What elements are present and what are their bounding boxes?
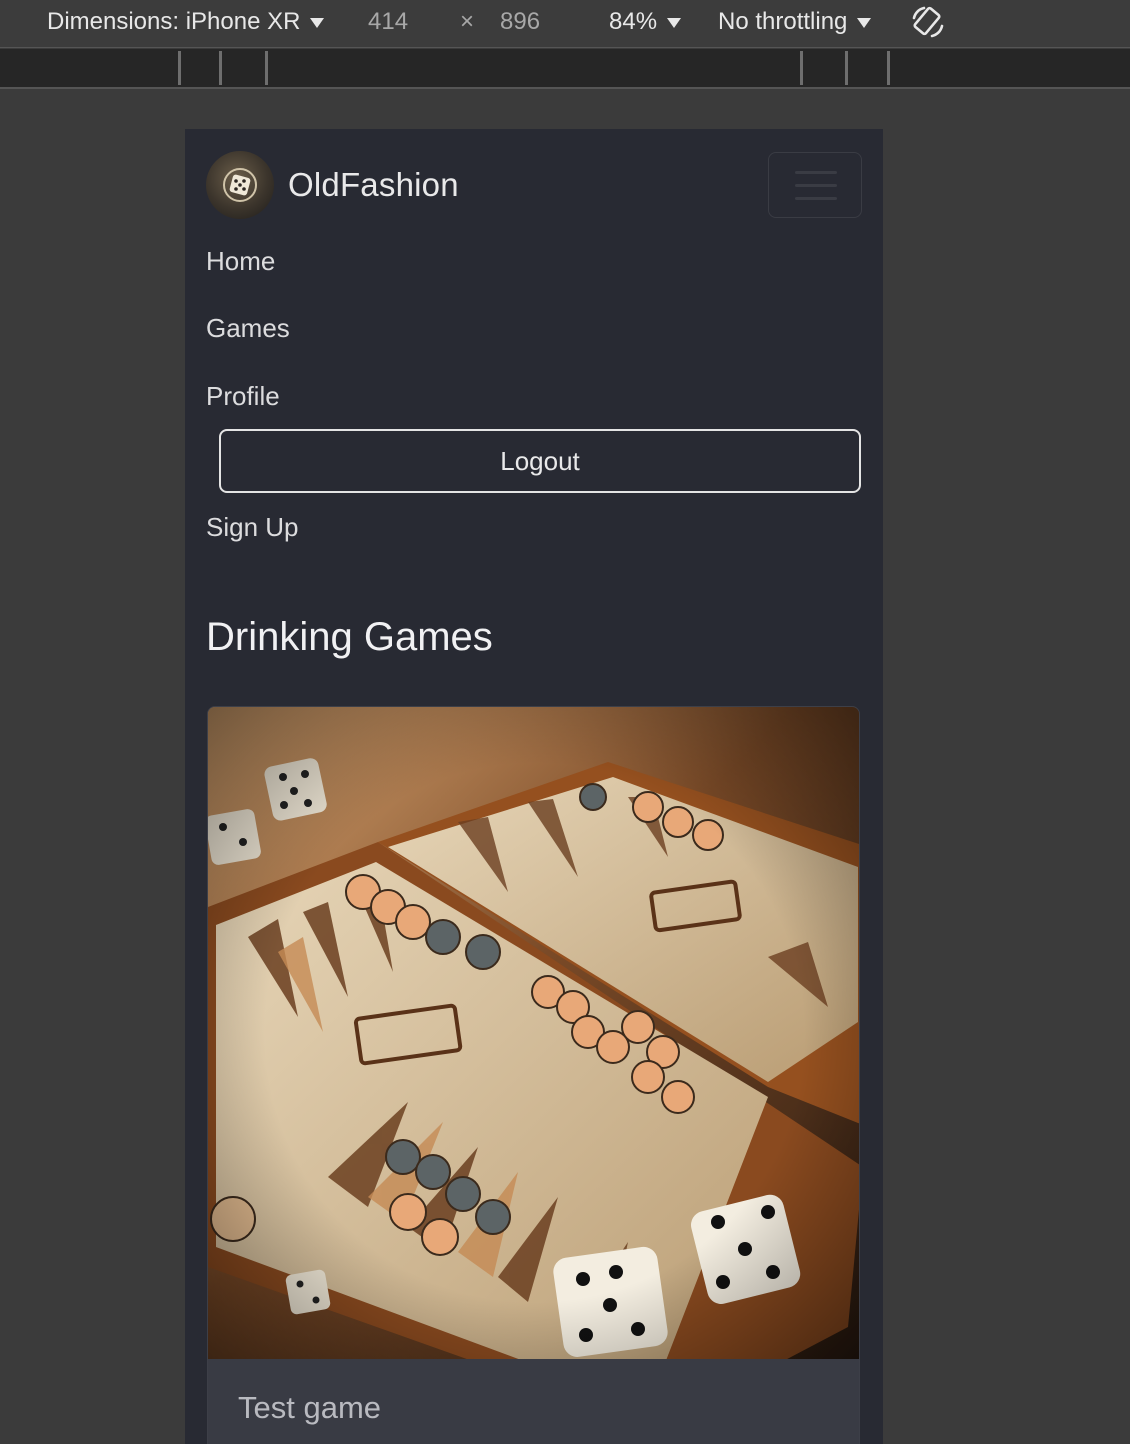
devtools-toolbar: Dimensions: iPhone XR 414 × 896 84% No t…	[0, 0, 1130, 48]
device-viewport: OldFashion Home Games Profile Logout Sig…	[185, 129, 883, 1444]
nav-link-games[interactable]: Games	[206, 313, 290, 344]
width-input[interactable]: 414	[368, 8, 408, 36]
logout-button[interactable]: Logout	[219, 429, 861, 493]
chevron-down-icon	[857, 17, 872, 28]
zoom-label: 84%	[609, 8, 658, 35]
dimension-times-icon: ×	[460, 8, 475, 35]
nav-link-signup[interactable]: Sign Up	[206, 512, 299, 543]
navbar-toggler[interactable]	[768, 152, 862, 218]
brand-name: OldFashion	[288, 166, 459, 203]
media-query-marker[interactable]	[178, 51, 181, 85]
media-query-marker[interactable]	[887, 51, 890, 85]
backgammon-image	[208, 707, 859, 1359]
rotate-icon[interactable]	[910, 4, 946, 40]
navbar-brand[interactable]: OldFashion	[206, 151, 459, 219]
hamburger-icon	[795, 197, 837, 200]
media-query-marker[interactable]	[845, 51, 848, 85]
media-query-marker[interactable]	[800, 51, 803, 85]
nav-link-profile[interactable]: Profile	[206, 381, 280, 412]
device-selector[interactable]: Dimensions: iPhone XR	[47, 8, 325, 36]
media-query-marker[interactable]	[265, 51, 268, 85]
chevron-down-icon	[667, 17, 682, 28]
chevron-down-icon	[310, 17, 325, 28]
throttling-selector[interactable]: No throttling	[718, 8, 872, 36]
card-title[interactable]: Test game	[238, 1390, 381, 1426]
media-query-marker[interactable]	[219, 51, 222, 85]
game-card[interactable]: Test game	[207, 706, 860, 1444]
throttling-label: No throttling	[718, 8, 848, 35]
hamburger-icon	[795, 184, 837, 187]
media-query-bar	[0, 49, 1130, 89]
height-input[interactable]: 896	[500, 8, 540, 36]
device-label: Dimensions: iPhone XR	[47, 8, 301, 35]
zoom-selector[interactable]: 84%	[609, 8, 682, 36]
hamburger-icon	[795, 171, 837, 174]
dice-logo-icon	[206, 151, 274, 219]
nav-link-home[interactable]: Home	[206, 246, 275, 277]
section-title: Drinking Games	[206, 615, 493, 659]
